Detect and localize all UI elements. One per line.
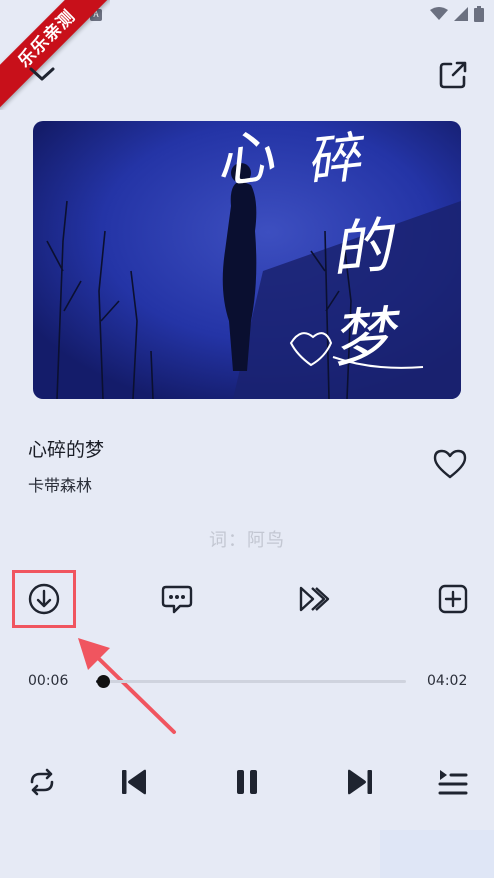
previous-button[interactable] <box>112 760 156 804</box>
pause-button[interactable] <box>225 760 269 804</box>
repeat-icon <box>30 768 54 796</box>
annotation-arrow <box>78 638 176 734</box>
chevron-down-icon <box>29 67 55 81</box>
comment-button[interactable] <box>157 579 197 619</box>
repeat-button[interactable] <box>20 760 64 804</box>
add-to-playlist-icon <box>438 584 468 614</box>
signal-icon <box>454 7 468 21</box>
next-button[interactable] <box>338 760 382 804</box>
previous-icon <box>122 769 146 795</box>
album-title-char-1: 心 <box>210 121 278 197</box>
wifi-icon <box>430 7 448 20</box>
pause-icon <box>237 770 257 794</box>
song-artist[interactable]: 卡带森林 <box>28 472 92 496</box>
song-title: 心碎的梦 <box>28 439 105 461</box>
share-button[interactable] <box>436 58 470 92</box>
heart-icon <box>433 449 467 479</box>
queue-icon <box>438 770 468 795</box>
comment-icon <box>161 585 193 614</box>
fast-forward-icon <box>299 586 330 612</box>
battery-icon <box>474 6 484 22</box>
total-time: 04:02 <box>427 673 468 689</box>
download-highlight-box <box>12 570 76 628</box>
watermark-text: 乐乐亲测 <box>0 0 110 110</box>
current-lyric-line[interactable]: 词：阿鸟 <box>0 526 494 552</box>
next-icon <box>348 769 372 795</box>
progress-track[interactable] <box>96 680 406 683</box>
elapsed-time: 00:06 <box>28 673 69 689</box>
queue-button[interactable] <box>431 760 475 804</box>
playback-speed-button[interactable] <box>295 579 335 619</box>
album-cover: 心 碎 的 梦 <box>33 121 461 399</box>
watermark-ribbon: 乐乐亲测 <box>0 0 110 110</box>
like-button[interactable] <box>432 446 468 482</box>
collapse-player-button[interactable] <box>26 58 58 90</box>
status-bar-system <box>430 6 484 22</box>
add-to-playlist-button[interactable] <box>433 579 473 619</box>
bottom-edge <box>380 830 494 878</box>
share-icon <box>439 61 467 89</box>
